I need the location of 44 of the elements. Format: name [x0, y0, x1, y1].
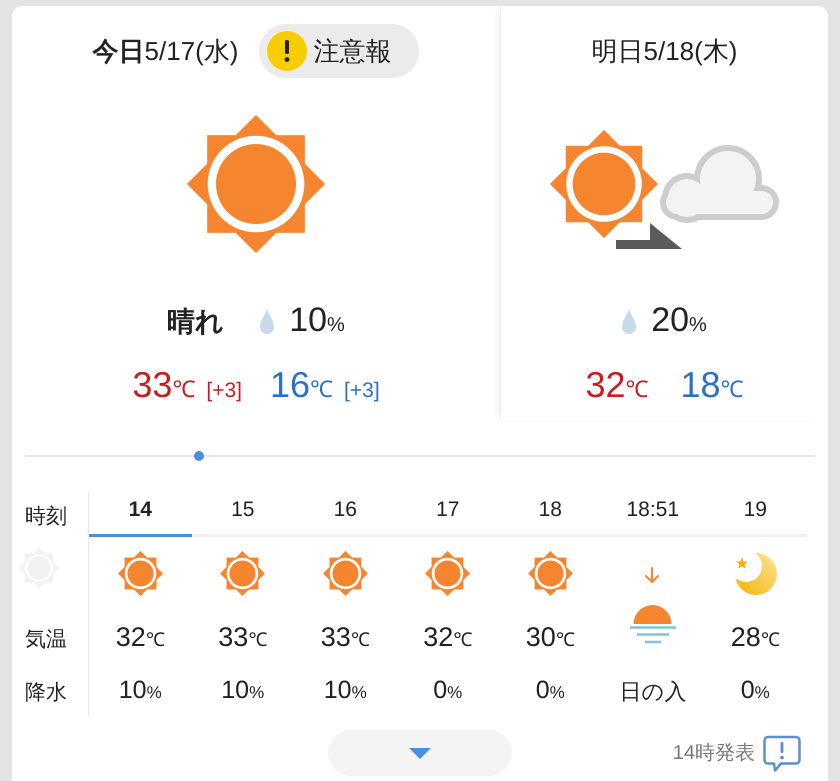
hour-precip: 0% [740, 675, 770, 706]
hour-label: 18 [499, 492, 602, 537]
row-label: 気温 [25, 628, 67, 651]
precip-value: 20% [651, 300, 707, 340]
temp-diff: [+3] [344, 378, 380, 404]
sunset-label: 日の入 [619, 678, 686, 706]
hour-precip: 0% [433, 675, 462, 706]
hour-label: 18:51 [602, 492, 704, 537]
raindrop-icon [260, 309, 274, 335]
high-temp: 32℃ [585, 363, 648, 407]
hour-precip: 10% [324, 675, 367, 706]
hour-precip: 10% [221, 675, 264, 706]
hour-label: 19 [704, 492, 806, 537]
precip-value: 10% [289, 300, 345, 340]
hour-precip: 0% [536, 675, 565, 706]
high-temp: 33℃ [132, 363, 196, 407]
low-temp: 18℃ [680, 363, 744, 407]
hour-temp: 30℃ [526, 620, 575, 654]
speech-bubble-icon[interactable] [763, 734, 801, 772]
hour-label: 14 [89, 492, 192, 537]
temp-diff: [+3] [206, 378, 242, 404]
date-title: 今日5/17(水) [92, 35, 238, 68]
row-label: 時刻 [25, 505, 67, 528]
hour-temp: 32℃ [116, 620, 165, 654]
weather-text: 晴れ [167, 305, 224, 339]
hour-precip: 10% [118, 675, 162, 706]
row-label: 降水 [25, 681, 67, 704]
caret-down-icon [409, 748, 431, 758]
hour-label: 15 [192, 492, 294, 537]
issued-time-text: 14時発表 [672, 741, 755, 766]
sun-cloud-icon [550, 128, 780, 250]
date-title: 明日5/18(木) [592, 35, 738, 68]
hour-temp: 33℃ [218, 620, 268, 654]
sunset-icon [628, 566, 678, 645]
warning-badge[interactable]: 注意報 [259, 24, 420, 78]
hour-temp: 28℃ [730, 620, 780, 654]
raindrop-icon [622, 309, 636, 335]
hour-temp: 33℃ [320, 620, 370, 654]
warning-icon [267, 31, 308, 71]
hour-label: 17 [396, 492, 499, 537]
hour-temp: 32℃ [423, 620, 472, 654]
low-temp: 16℃ [270, 363, 334, 407]
moon-icon [732, 551, 778, 597]
hour-label: 16 [294, 492, 396, 537]
